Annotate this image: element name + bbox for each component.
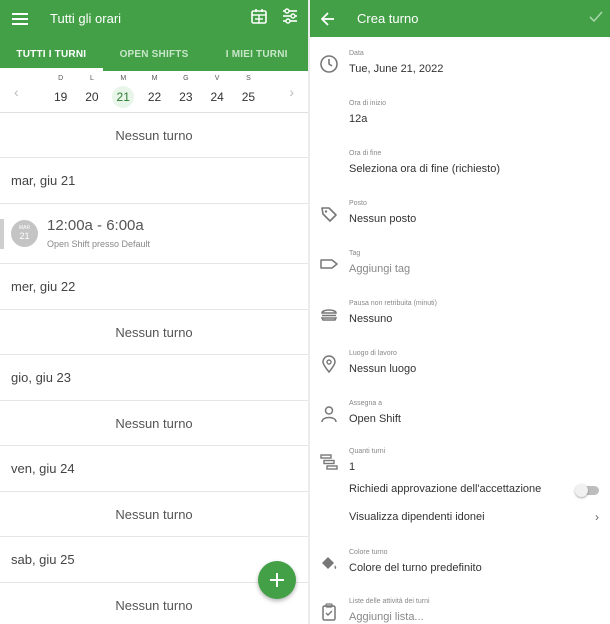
shift-color-field[interactable]: Colore turno Colore del turno predefinit… [310, 549, 610, 595]
date-header: mar, giu 21 [0, 158, 308, 204]
check-icon [589, 11, 603, 23]
tag-filled-icon [321, 207, 337, 222]
tab-i-miei-turni[interactable]: I MIEI TURNI [205, 37, 308, 71]
create-shift-header: Crea turno [310, 0, 610, 37]
day-22[interactable]: M 22 [139, 75, 170, 108]
clock-icon [320, 55, 338, 73]
arrow-left-icon [321, 11, 334, 26]
shift-color-bar [0, 219, 4, 249]
tag-field[interactable]: Tag Aggiungi tag [310, 250, 610, 296]
approval-toggle-row[interactable]: Richiedi approvazione dell'accettazione [349, 483, 599, 497]
date-field[interactable]: Data Tue, June 21, 2022 [310, 50, 610, 96]
save-button[interactable] [588, 9, 604, 30]
sliders-icon [283, 8, 297, 24]
end-time-field[interactable]: Ora di fine Seleziona ora di fine (richi… [310, 150, 610, 196]
day-19[interactable]: D 19 [45, 75, 76, 108]
plus-icon [270, 573, 284, 587]
person-icon [321, 406, 337, 423]
day-21-selected[interactable]: M 21 [108, 75, 139, 108]
clipboard-check-icon [322, 603, 336, 621]
approval-label: Richiedi approvazione dell'accettazione [349, 483, 542, 495]
schedule-title: Tutti gli orari [50, 11, 122, 26]
chevron-right-icon: › [595, 510, 599, 524]
menu-button[interactable] [0, 0, 40, 37]
create-shift-panel: Crea turno Data Tue, June 21, 2022 Ora d… [310, 0, 610, 624]
eligible-employees-label: Visualizza dipendenti idonei [349, 511, 485, 523]
chevron-right-icon[interactable]: › [289, 84, 294, 100]
approval-switch[interactable] [575, 484, 599, 497]
tab-tutti-i-turni[interactable]: TUTTI I TURNI [0, 37, 103, 71]
calendar-gift-button[interactable] [250, 7, 268, 30]
start-time-field[interactable]: Ora di inizio 12a [310, 100, 610, 146]
week-strip: ‹ D 19 L 20 M 21 M 22 G 23 V 24 S 25 › [0, 71, 308, 113]
unpaid-break-field[interactable]: Pausa non retribuita (minuti) Nessuno [310, 300, 610, 346]
date-header: ven, giu 24 [0, 446, 308, 492]
label-icon [320, 259, 338, 269]
day-20[interactable]: L 20 [76, 75, 107, 108]
calendar-gift-icon [251, 9, 267, 24]
hamburger-icon [12, 12, 28, 25]
date-header: gio, giu 23 [0, 355, 308, 401]
day-25[interactable]: S 25 [233, 75, 264, 108]
shift-subtitle: Open Shift presso Default [47, 239, 151, 249]
schedule-header: Tutti gli orari [0, 0, 308, 37]
burger-icon [320, 309, 338, 321]
shift-time: 12:00a - 6:00a [47, 217, 144, 234]
work-location-field[interactable]: Luogo di lavoro Nessun luogo [310, 350, 610, 396]
filter-button[interactable] [282, 8, 298, 29]
day-24[interactable]: V 24 [201, 75, 232, 108]
shift-card[interactable]: MAR 21 12:00a - 6:00a Open Shift presso … [0, 204, 308, 264]
date-header: mer, giu 22 [0, 264, 308, 310]
shift-list: Nessun turno mar, giu 21 MAR 21 12:00a -… [0, 113, 308, 624]
gantt-icon [320, 454, 338, 470]
create-shift-title: Crea turno [357, 11, 419, 26]
schedule-tabs: TUTTI I TURNI OPEN SHIFTS I MIEI TURNI [0, 37, 308, 71]
assign-to-field[interactable]: Assegna a Open Shift [310, 400, 610, 446]
eligible-employees-row[interactable]: Visualizza dipendenti idonei › [349, 510, 599, 524]
list-item-empty: Nessun turno [0, 310, 308, 355]
avatar: MAR 21 [11, 220, 38, 247]
chevron-left-icon[interactable]: ‹ [14, 84, 19, 100]
schedule-panel: Tutti gli orari TUTTI I TURNI OPEN SHIFT… [0, 0, 308, 624]
task-lists-field[interactable]: Liste delle attività dei turni Aggiungi … [310, 598, 610, 624]
list-item-empty: Nessun turno [0, 401, 308, 446]
tab-open-shifts[interactable]: OPEN SHIFTS [103, 37, 206, 71]
back-button[interactable] [310, 0, 346, 37]
position-field[interactable]: Posto Nessun posto [310, 200, 610, 246]
paint-bucket-icon [322, 557, 337, 569]
add-shift-button[interactable] [258, 561, 296, 599]
day-23[interactable]: G 23 [170, 75, 201, 108]
location-pin-icon [322, 355, 336, 374]
list-item-empty: Nessun turno [0, 492, 308, 537]
list-item-empty: Nessun turno [0, 113, 308, 158]
